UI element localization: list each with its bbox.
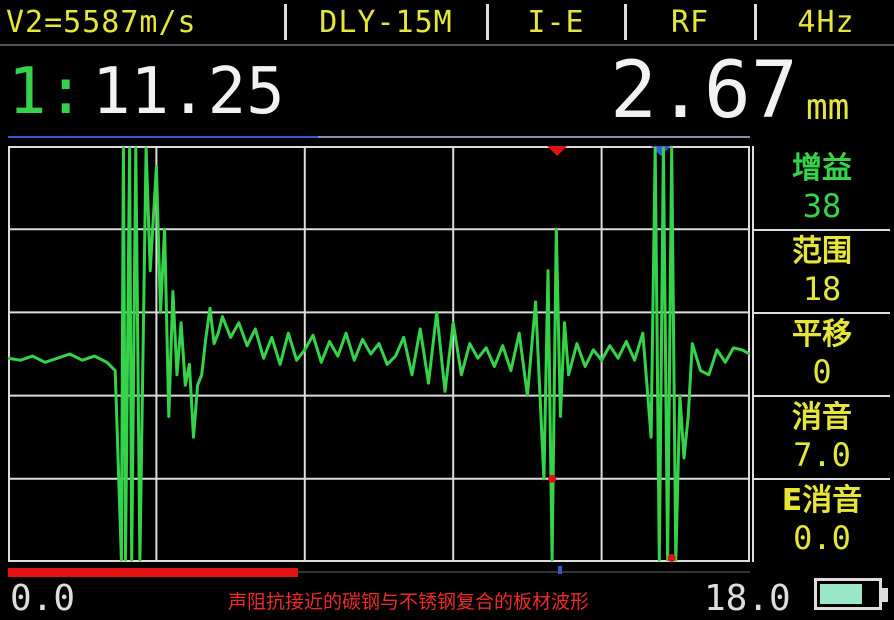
peak-dot [548,474,557,483]
gain-param[interactable]: 增益 38 [754,146,890,231]
e-reject-value: 0.0 [793,518,851,557]
divider [624,4,627,40]
divider [754,4,757,40]
reject-param[interactable]: 消音 7.0 [754,395,890,480]
velocity-readout: V2=5587m/s [6,4,197,40]
probe-readout: DLY-15M [319,4,453,40]
status-bar: V2=5587m/s DLY-15M I-E RF 4Hz [0,0,894,44]
gain-value: 38 [802,186,842,225]
offset-param[interactable]: 平移 0 [754,312,890,397]
divider [486,4,489,40]
e-reject-label: E消音 [781,482,863,518]
axis-start-label: 0.0 [10,578,76,619]
mode-readout: I-E [527,4,585,40]
divider [298,571,750,573]
reject-value: 7.0 [793,435,851,474]
caption: 声阻抗接近的碳钢与不锈钢复合的板材波形 [228,591,590,613]
unit-label: mm [806,87,850,128]
peak-dot [667,554,676,562]
gate-blue-segment [8,136,318,138]
axis-end-label: 18.0 [704,578,791,619]
range-param[interactable]: 范围 18 [754,229,890,314]
channel-readout: 1: [8,55,86,129]
divider [284,4,287,40]
rep-rate-readout: 4Hz [797,4,855,40]
reject-label: 消音 [792,399,852,435]
thickness-readout: 2.67 [610,46,798,136]
signal-readout: RF [670,4,710,40]
gate-bar [8,568,298,577]
range-value: 18 [802,269,842,308]
battery-tip [882,588,888,602]
offset-label: 平移 [792,316,852,352]
parameter-sidebar: 增益 38 范围 18 平移 0 消音 7.0 E消音 0.0 [752,146,890,562]
gain-label: 增益 [792,150,852,186]
range-label: 范围 [792,233,852,269]
battery-fill [820,584,862,604]
gate-blue-tick [558,566,562,574]
battery-icon [814,578,882,610]
time-readout: 11.25 [92,55,285,129]
e-reject-param[interactable]: E消音 0.0 [754,478,890,561]
waveform-plot [8,146,750,562]
offset-value: 0 [812,352,832,391]
